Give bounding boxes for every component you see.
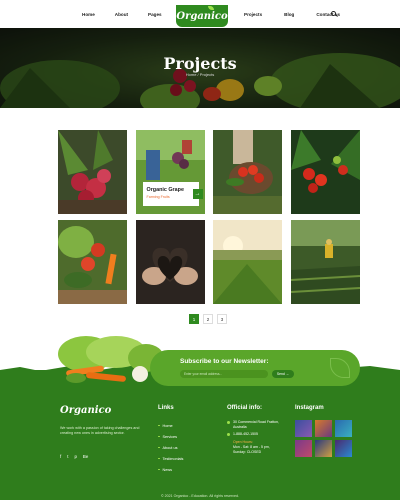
arrow-right-icon[interactable]: → xyxy=(192,189,203,199)
phone-icon xyxy=(227,433,230,437)
project-card[interactable] xyxy=(290,220,360,304)
newsletter-send-button[interactable]: Send → xyxy=(272,370,294,378)
address-row: 30 Commercial Road Fratton, Australia xyxy=(227,420,287,429)
site-logo[interactable]: Organico xyxy=(176,5,228,27)
nav-right: Projects Blog Contact us xyxy=(244,12,362,17)
newsletter-title: Subscribe to our Newsletter: xyxy=(180,358,269,365)
address-text: 30 Commercial Road Fratton, Australia xyxy=(233,420,279,429)
leaf-decoration-icon xyxy=(330,358,350,378)
copyright-text: © 2021 Organico - Education. All rights … xyxy=(161,494,239,498)
behance-icon[interactable]: Be xyxy=(83,454,88,459)
closed-hours: Sunday: CLOSED xyxy=(233,449,262,454)
page-title: Projects xyxy=(163,54,237,73)
projects-grid: Organic Grape Farming Fruits → xyxy=(58,130,360,304)
tomato-basket-image xyxy=(213,130,282,214)
project-card[interactable] xyxy=(58,130,127,214)
project-caption[interactable]: Organic Grape Farming Fruits → xyxy=(142,182,203,206)
official-info: 30 Commercial Road Fratton, Australia 1-… xyxy=(227,420,287,454)
soil-heart-hands-image xyxy=(135,220,205,304)
project-card-featured[interactable]: Organic Grape Farming Fruits → xyxy=(135,130,205,214)
field-sunset-image xyxy=(213,220,282,304)
nav-about[interactable]: About xyxy=(115,12,128,17)
phone-text[interactable]: 1-888-452-1505 xyxy=(233,432,258,437)
breadcrumb: Home / Projects xyxy=(0,72,400,77)
instagram-photo[interactable] xyxy=(335,440,352,457)
send-label: Send xyxy=(276,372,285,376)
footer-logo[interactable]: Organico xyxy=(60,405,111,416)
page-hero: Projects Home / Projects xyxy=(0,28,400,108)
page-1-button[interactable]: 1 xyxy=(189,314,199,324)
page-2-button[interactable]: 2 xyxy=(203,314,213,324)
breadcrumb-home[interactable]: Home xyxy=(186,72,197,77)
vegetable-box-image xyxy=(58,220,127,304)
leaf-icon xyxy=(208,6,214,10)
newsletter-box: Subscribe to our Newsletter: Enter your … xyxy=(150,350,360,386)
top-nav: Home About Pages Shop Organico Projects … xyxy=(0,0,400,28)
instagram-grid xyxy=(295,420,352,457)
footer-link-testimonials[interactable]: Testimonials xyxy=(158,453,184,464)
newsletter-email-input[interactable]: Enter your email address... xyxy=(180,370,268,378)
pinterest-icon[interactable]: p xyxy=(74,454,76,459)
page-3-button[interactable]: 3 xyxy=(217,314,227,324)
footer-link-services[interactable]: Services xyxy=(158,431,183,442)
farmer-field-image xyxy=(290,220,360,304)
nav-pages[interactable]: Pages xyxy=(148,12,162,17)
links-heading: Links xyxy=(158,405,174,411)
salad-vegetables-image xyxy=(58,336,164,383)
nav-projects[interactable]: Projects xyxy=(244,12,262,17)
footer-description: We work with a passion of taking challen… xyxy=(60,426,140,436)
twitter-icon[interactable]: t xyxy=(67,454,68,459)
social-links: f t p Be xyxy=(60,454,88,459)
search-icon[interactable] xyxy=(331,11,336,16)
instagram-photo[interactable] xyxy=(295,420,312,437)
project-card[interactable] xyxy=(213,130,282,214)
instagram-photo[interactable] xyxy=(335,420,352,437)
nav-blog[interactable]: Blog xyxy=(284,12,294,17)
info-heading: Official info: xyxy=(227,405,262,411)
phone-row: 1-888-452-1505 xyxy=(227,432,287,437)
instagram-photo[interactable] xyxy=(295,440,312,457)
footer-link-about[interactable]: About us xyxy=(158,442,183,453)
project-card[interactable] xyxy=(213,220,282,304)
project-category: Farming Fruits xyxy=(146,195,170,199)
nav-home[interactable]: Home xyxy=(82,12,95,17)
instagram-photo[interactable] xyxy=(315,420,332,437)
location-icon xyxy=(227,421,230,424)
project-card[interactable] xyxy=(135,220,205,304)
instagram-photo[interactable] xyxy=(315,440,332,457)
instagram-heading: Instagram xyxy=(295,405,324,411)
footer-link-news[interactable]: News xyxy=(158,464,183,475)
arrow-right-icon: → xyxy=(285,372,290,376)
open-hours-label: Open Hours: xyxy=(233,439,253,444)
footer-links: Home Services About us Testimonials News xyxy=(158,420,184,475)
pagination: 1 2 3 xyxy=(189,314,227,324)
project-card[interactable] xyxy=(58,220,127,304)
project-card[interactable] xyxy=(290,130,360,214)
project-title[interactable]: Organic Grape xyxy=(147,187,195,193)
logo-text: Organico xyxy=(176,10,228,22)
facebook-icon[interactable]: f xyxy=(60,454,61,459)
tomato-plant-image xyxy=(290,130,360,214)
footer-link-home[interactable]: Home xyxy=(158,420,183,431)
breadcrumb-current: Projects xyxy=(199,72,215,77)
radishes-image xyxy=(58,130,127,214)
breadcrumb-separator: / xyxy=(197,72,199,77)
